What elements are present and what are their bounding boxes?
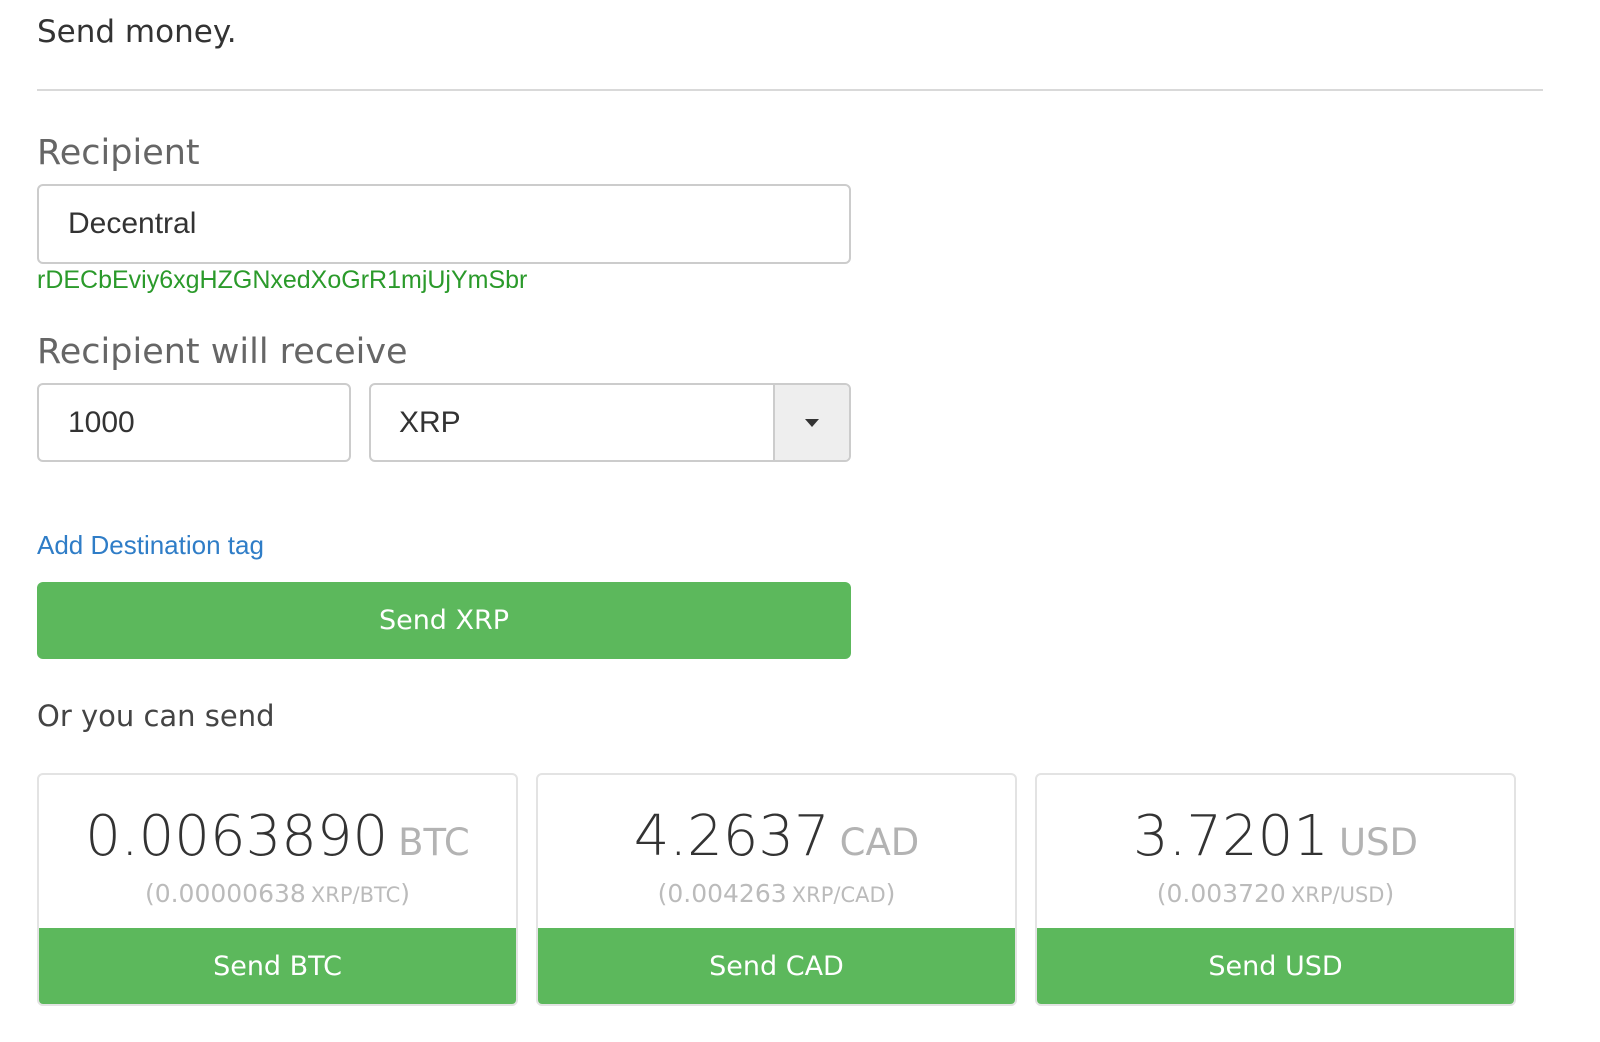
card-amount: 3.7201 USD [1037, 805, 1514, 882]
recipient-address: rDECbEviy6xgHZGNxedXoGrR1mjUjYmSbr [37, 266, 528, 294]
amount-currency: CAD [839, 821, 920, 864]
receive-label: Recipient will receive [37, 332, 408, 372]
exchange-rate: (0.004263 XRP/CAD) [538, 877, 1015, 914]
caret-down-icon [805, 418, 819, 427]
title-divider [37, 89, 1543, 91]
amount-input[interactable]: 1000 [37, 383, 351, 462]
amount-value: 0.0063890 [85, 804, 389, 869]
amount-value: 4.2637 [633, 804, 830, 869]
amount-currency: USD [1338, 821, 1418, 864]
card-amount: 4.2637 CAD [538, 805, 1015, 882]
rate-close-paren: ) [400, 879, 411, 908]
alternative-card-btc: 0.0063890 BTC (0.00000638 XRP/BTC) Send B… [37, 773, 518, 1006]
rate-close-paren: ) [885, 879, 896, 908]
alternative-card-usd: 3.7201 USD (0.003720 XRP/USD) Send USD [1035, 773, 1516, 1006]
send-usd-button[interactable]: Send USD [1037, 928, 1514, 1004]
exchange-rate: (0.003720 XRP/USD) [1037, 877, 1514, 914]
rate-close-paren: ) [1384, 879, 1395, 908]
rate-open-paren: ( [657, 879, 668, 908]
send-btc-button[interactable]: Send BTC [39, 928, 516, 1004]
card-amount: 0.0063890 BTC [39, 805, 516, 882]
rate-unit: XRP/BTC [310, 883, 401, 907]
currency-dropdown-button[interactable] [773, 385, 849, 460]
send-xrp-button[interactable]: Send XRP [37, 582, 851, 659]
alternatives-title: Or you can send [37, 699, 275, 733]
amount-currency: BTC [398, 821, 470, 864]
send-money-page: Send money. Recipient Decentral rDECbEvi… [0, 0, 1600, 1042]
recipient-label: Recipient [37, 133, 200, 173]
rate-value: 0.00000638 [154, 879, 306, 908]
rate-unit: XRP/USD [1290, 883, 1385, 907]
rate-unit: XRP/CAD [791, 883, 886, 907]
add-destination-tag-link[interactable]: Add Destination tag [37, 528, 264, 562]
amount-value: 3.7201 [1132, 804, 1329, 869]
exchange-rate: (0.00000638 XRP/BTC) [39, 877, 516, 914]
recipient-input[interactable]: Decentral [37, 184, 851, 264]
rate-value: 0.003720 [1166, 879, 1286, 908]
rate-open-paren: ( [144, 879, 155, 908]
rate-value: 0.004263 [667, 879, 787, 908]
page-title: Send money. [37, 14, 237, 50]
alternative-card-cad: 4.2637 CAD (0.004263 XRP/CAD) Send CAD [536, 773, 1017, 1006]
send-cad-button[interactable]: Send CAD [538, 928, 1015, 1004]
currency-select-value: XRP [399, 405, 461, 439]
rate-open-paren: ( [1156, 879, 1167, 908]
currency-select[interactable]: XRP [369, 383, 851, 462]
